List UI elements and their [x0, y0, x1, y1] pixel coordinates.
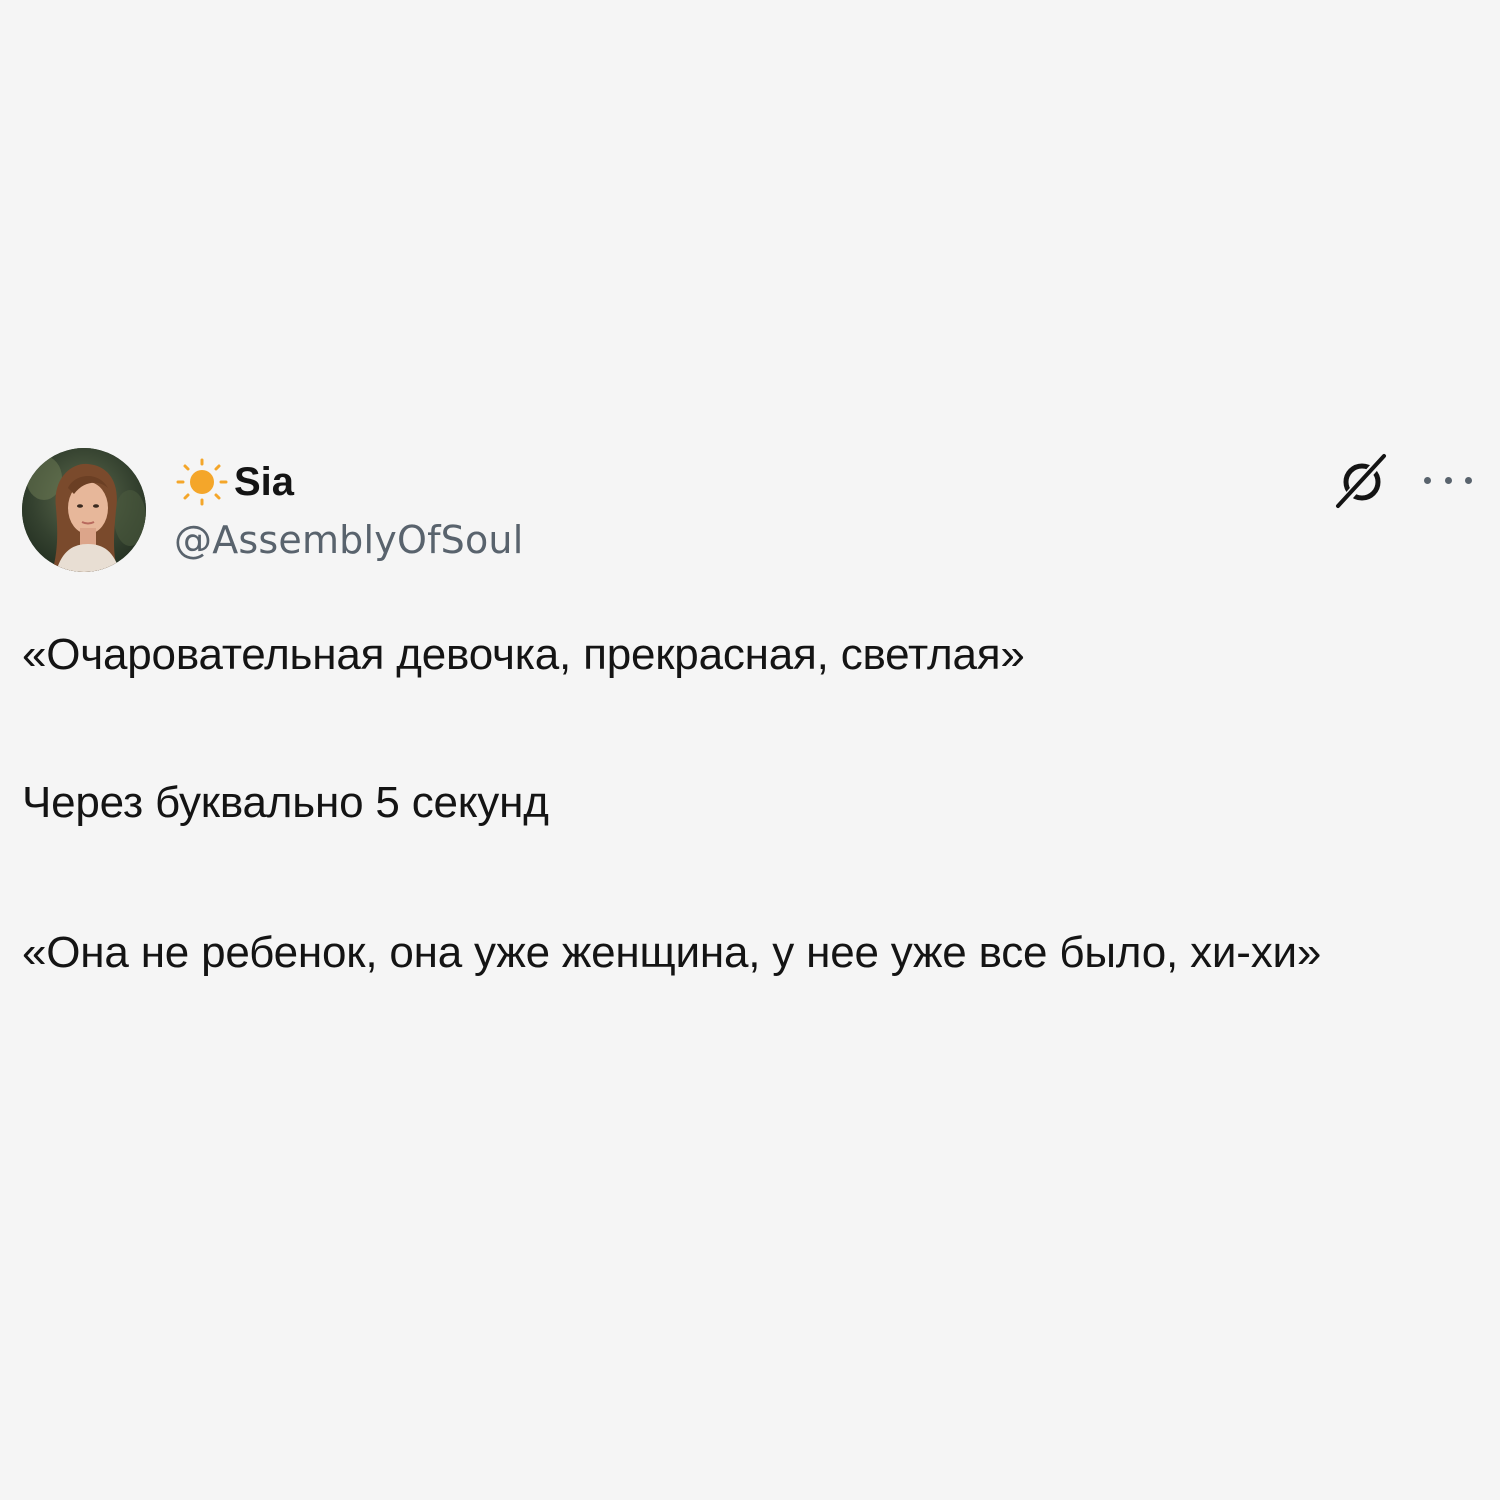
more-dot	[1465, 476, 1472, 484]
sun-icon	[174, 456, 230, 508]
tweet-text-paragraph: «Очаровательная девочка, прекрасная, све…	[22, 630, 1025, 679]
more-dot	[1444, 476, 1452, 484]
avatar-photo	[22, 448, 146, 572]
author-name-row[interactable]: Sia	[174, 456, 294, 508]
tweet-text-paragraph: Через буквально 5 секунд	[22, 778, 549, 827]
tweet-text-paragraph: «Она не ребенок, она уже женщина, у нее …	[22, 928, 1322, 977]
author-handle[interactable]: @AssemblyOfSoul	[174, 514, 523, 566]
grok-icon[interactable]	[1332, 450, 1392, 510]
more-dot	[1424, 476, 1431, 484]
tweet-card: Sia @AssemblyOfSoul «Очаровательная дево…	[0, 0, 1500, 1500]
avatar[interactable]	[22, 448, 146, 572]
more-horizontal-icon[interactable]	[1424, 462, 1472, 498]
author-display-name[interactable]: Sia	[234, 456, 294, 508]
